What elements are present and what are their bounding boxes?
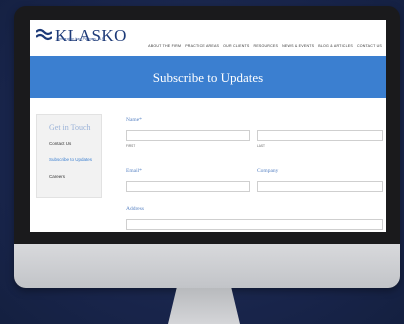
screen: KLASKO Immigration Law Partners, LLP ABO…: [30, 20, 386, 232]
sidebar-item-careers[interactable]: Careers: [49, 174, 65, 179]
nav-item-contact-us[interactable]: CONTACT US: [357, 44, 382, 48]
first-name-sublabel: FIRST: [126, 144, 136, 148]
site-header: KLASKO Immigration Law Partners, LLP ABO…: [30, 20, 386, 58]
first-name-input[interactable]: [126, 130, 250, 141]
nav-item-about[interactable]: ABOUT THE FIRM: [148, 44, 181, 48]
email-label: Email*: [126, 168, 142, 174]
nav-item-news-events[interactable]: NEWS & EVENTS: [282, 44, 314, 48]
sidebar-item-subscribe[interactable]: Subscribe to Updates: [49, 157, 92, 162]
name-label: Name*: [126, 117, 142, 123]
page-banner: Subscribe to Updates: [30, 56, 386, 98]
nav-item-our-clients[interactable]: OUR CLIENTS: [223, 44, 249, 48]
nav-item-resources[interactable]: RESOURCES: [254, 44, 279, 48]
company-label: Company: [257, 168, 279, 174]
nav-item-practice-areas[interactable]: PRACTICE AREAS: [185, 44, 219, 48]
logo[interactable]: KLASKO: [36, 26, 127, 45]
sidebar: Get in Touch Contact Us Subscribe to Upd…: [36, 114, 102, 198]
logo-wordmark: KLASKO: [55, 26, 127, 45]
sidebar-title: Get in Touch: [49, 123, 91, 132]
monitor-chin: [14, 244, 400, 288]
address-label: Address: [126, 206, 145, 212]
wave-logo-icon: [36, 28, 52, 41]
page-title: Subscribe to Updates: [152, 70, 264, 85]
sidebar-item-contact-us[interactable]: Contact Us: [49, 141, 71, 146]
monitor-stand: [168, 288, 240, 324]
last-name-sublabel: LAST: [257, 144, 265, 148]
nav-item-blog-articles[interactable]: BLOG & ARTICLES: [318, 44, 353, 48]
last-name-input[interactable]: [257, 130, 383, 141]
main-nav: ABOUT THE FIRM PRACTICE AREAS OUR CLIENT…: [148, 44, 382, 48]
email-input[interactable]: [126, 181, 250, 192]
logo-tagline: Immigration Law Partners, LLP: [56, 37, 105, 41]
address-input[interactable]: [126, 219, 383, 230]
company-input[interactable]: [257, 181, 383, 192]
